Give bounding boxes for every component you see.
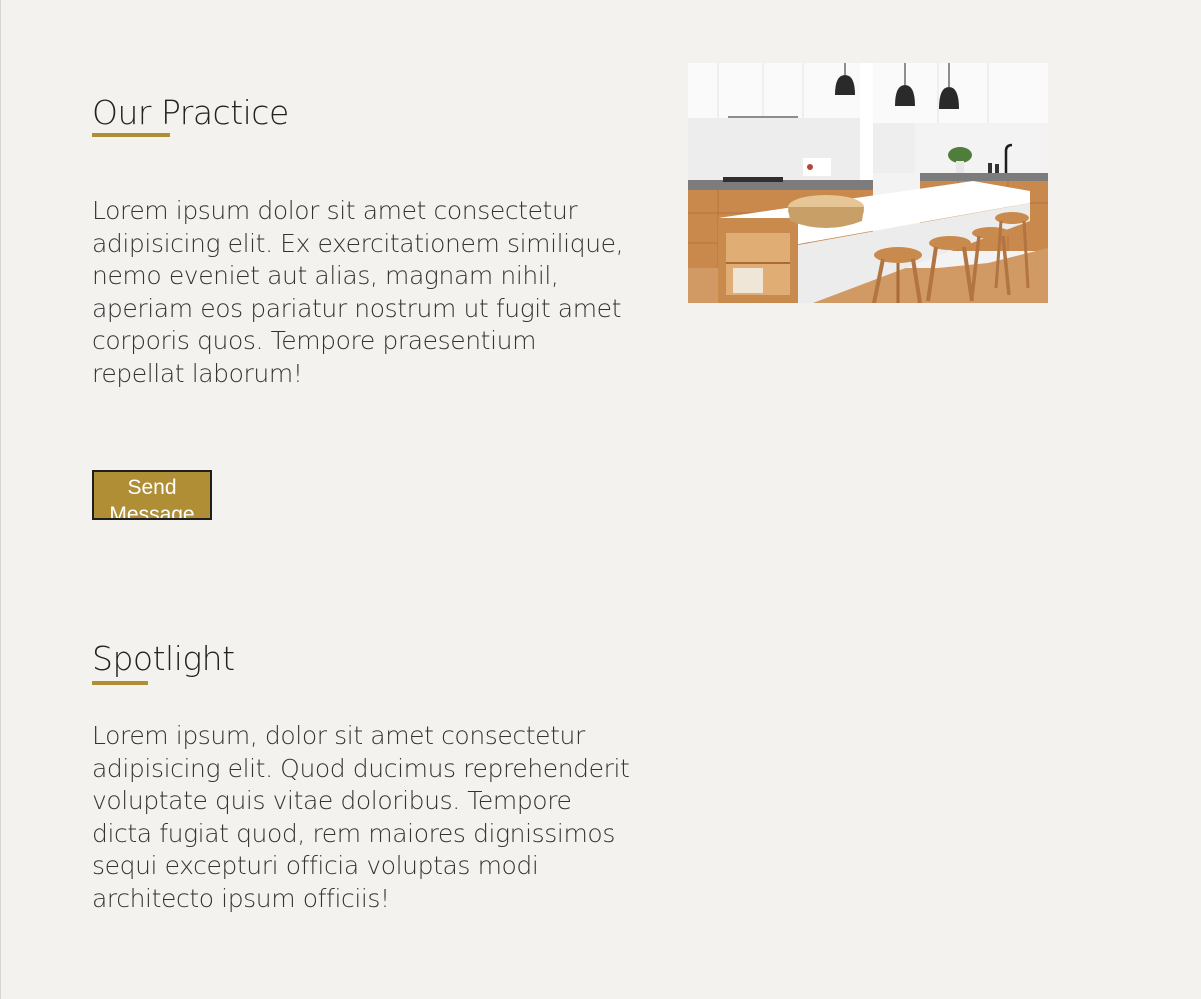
spotlight-heading-underline [92,681,148,685]
spotlight-heading: Spotlight [92,639,235,678]
practice-heading-underline [92,133,170,137]
spotlight-paragraph: Lorem ipsum, dolor sit amet consectetur … [92,721,630,913]
practice-heading: Our Practice [92,93,289,132]
kitchen-image [688,63,1048,303]
practice-paragraph: Lorem ipsum dolor sit amet consectetur a… [92,196,624,388]
send-message-button[interactable]: Send Message [92,470,212,520]
